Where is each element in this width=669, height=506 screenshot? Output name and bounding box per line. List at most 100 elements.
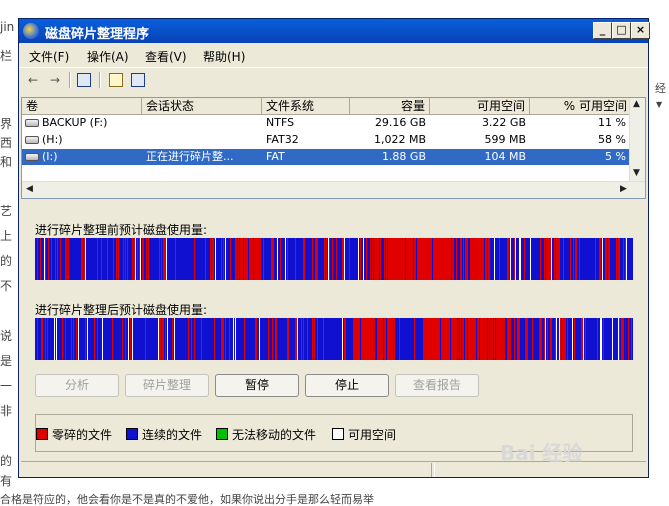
- cluster-stripe: [290, 238, 291, 280]
- cluster-stripe: [576, 318, 577, 360]
- cluster-stripe: [52, 238, 53, 280]
- minimize-button[interactable]: _: [593, 22, 612, 39]
- scroll-right-icon[interactable]: ▶: [620, 184, 627, 194]
- cluster-stripe: [401, 238, 402, 280]
- cluster-stripe: [128, 238, 129, 280]
- column-free-space[interactable]: 可用空间: [430, 98, 530, 114]
- cluster-stripe: [421, 318, 422, 360]
- cluster-stripe: [486, 238, 487, 280]
- cluster-stripe: [552, 318, 553, 360]
- cluster-stripe: [83, 318, 84, 360]
- title-bar[interactable]: 磁盘碎片整理程序 _ □ ×: [19, 19, 650, 43]
- cluster-stripe: [314, 238, 315, 280]
- cluster-stripe: [496, 238, 497, 280]
- cluster-stripe: [150, 238, 151, 280]
- maximize-button[interactable]: □: [612, 22, 631, 39]
- cluster-stripe: [230, 318, 231, 360]
- cluster-stripe: [164, 318, 165, 360]
- cluster-stripe: [405, 318, 406, 360]
- cluster-stripe: [70, 318, 71, 360]
- cluster-stripe: [464, 318, 465, 360]
- cluster-stripe: [589, 318, 590, 360]
- up-level-icon[interactable]: [77, 73, 91, 87]
- cluster-stripe: [457, 238, 458, 280]
- scroll-left-icon[interactable]: ◀: [26, 184, 33, 194]
- cluster-stripe: [100, 318, 101, 360]
- volume-fs: FAT32: [266, 133, 299, 146]
- back-arrow-icon[interactable]: ←: [25, 72, 41, 88]
- volume-row[interactable]: BACKUP (F:) NTFS 29.16 GB 3.22 GB 11 %: [22, 115, 632, 131]
- cluster-stripe: [545, 238, 546, 280]
- cluster-stripe: [479, 238, 480, 280]
- cluster-stripe: [269, 238, 270, 280]
- cluster-stripe: [61, 318, 62, 360]
- forward-arrow-icon[interactable]: →: [47, 72, 63, 88]
- cluster-stripe: [564, 238, 565, 280]
- column-percent-free[interactable]: % 可用空间: [530, 98, 632, 114]
- column-session-status[interactable]: 会话状态: [142, 98, 262, 114]
- cluster-stripe: [577, 318, 578, 360]
- cluster-stripe: [456, 318, 457, 360]
- cluster-stripe: [324, 238, 325, 280]
- close-button[interactable]: ×: [631, 22, 650, 39]
- cluster-stripe: [161, 318, 162, 360]
- scroll-up-icon[interactable]: ▲: [633, 99, 640, 109]
- cluster-stripe: [170, 318, 171, 360]
- cluster-stripe: [393, 238, 394, 280]
- volume-percent: 5 %: [605, 150, 626, 163]
- cluster-stripe: [240, 318, 241, 360]
- volume-row[interactable]: (H:) FAT32 1,022 MB 599 MB 58 %: [22, 132, 632, 148]
- scroll-down-icon[interactable]: ▼: [633, 168, 640, 178]
- show-hide-console-icon[interactable]: [131, 73, 145, 87]
- menu-action[interactable]: 操作(A): [87, 48, 129, 65]
- menu-view[interactable]: 查看(V): [145, 48, 187, 65]
- cluster-stripe: [162, 238, 163, 280]
- cluster-stripe: [630, 238, 631, 280]
- cluster-stripe: [129, 318, 130, 360]
- cluster-stripe: [184, 318, 185, 360]
- cluster-stripe: [595, 318, 596, 360]
- cluster-stripe: [298, 238, 299, 280]
- cluster-stripe: [379, 318, 380, 360]
- cluster-stripe: [621, 318, 622, 360]
- cluster-stripe: [409, 238, 410, 280]
- defragment-button[interactable]: 碎片整理: [125, 374, 209, 397]
- cluster-stripe: [220, 318, 221, 360]
- column-capacity[interactable]: 容量: [350, 98, 430, 114]
- help-properties-icon[interactable]: [109, 73, 123, 87]
- horizontal-scrollbar[interactable]: ◀ ▶: [22, 181, 645, 198]
- cluster-stripe: [586, 238, 587, 280]
- cluster-stripe: [624, 238, 625, 280]
- volume-list[interactable]: 卷 会话状态 文件系统 容量 可用空间 % 可用空间 BACKUP (F:) N…: [21, 97, 646, 199]
- cluster-stripe: [612, 238, 613, 280]
- analyze-button[interactable]: 分析: [35, 374, 119, 397]
- view-report-button[interactable]: 查看报告: [395, 374, 479, 397]
- cluster-stripe: [627, 238, 628, 280]
- cluster-stripe: [603, 238, 604, 280]
- vertical-scrollbar[interactable]: ▲ ▼: [629, 98, 645, 182]
- cluster-stripe: [445, 238, 446, 280]
- volume-row-selected[interactable]: (I:) 正在进行碎片整... FAT 1.88 GB 104 MB 5 %: [22, 149, 632, 165]
- column-file-system[interactable]: 文件系统: [262, 98, 350, 114]
- cluster-stripe: [83, 238, 84, 280]
- cluster-stripe: [595, 238, 596, 280]
- cluster-stripe: [42, 238, 43, 280]
- column-volume[interactable]: 卷: [22, 98, 142, 114]
- cluster-stripe: [512, 238, 513, 280]
- cluster-stripe: [174, 238, 175, 280]
- cluster-stripe: [392, 238, 393, 280]
- cluster-stripe: [57, 318, 58, 360]
- cluster-stripe: [161, 238, 162, 280]
- cluster-stripe: [172, 318, 173, 360]
- menu-help[interactable]: 帮助(H): [203, 48, 245, 65]
- legend-contiguous: 连续的文件: [126, 426, 202, 443]
- cluster-stripe: [263, 318, 264, 360]
- cluster-stripe: [163, 238, 164, 280]
- pause-button[interactable]: 暂停: [215, 374, 299, 397]
- menu-file[interactable]: 文件(F): [29, 48, 69, 65]
- cluster-stripe: [153, 238, 154, 280]
- cluster-stripe: [287, 318, 288, 360]
- cluster-stripe: [454, 238, 455, 280]
- cluster-stripe: [43, 238, 44, 280]
- stop-button[interactable]: 停止: [305, 374, 389, 397]
